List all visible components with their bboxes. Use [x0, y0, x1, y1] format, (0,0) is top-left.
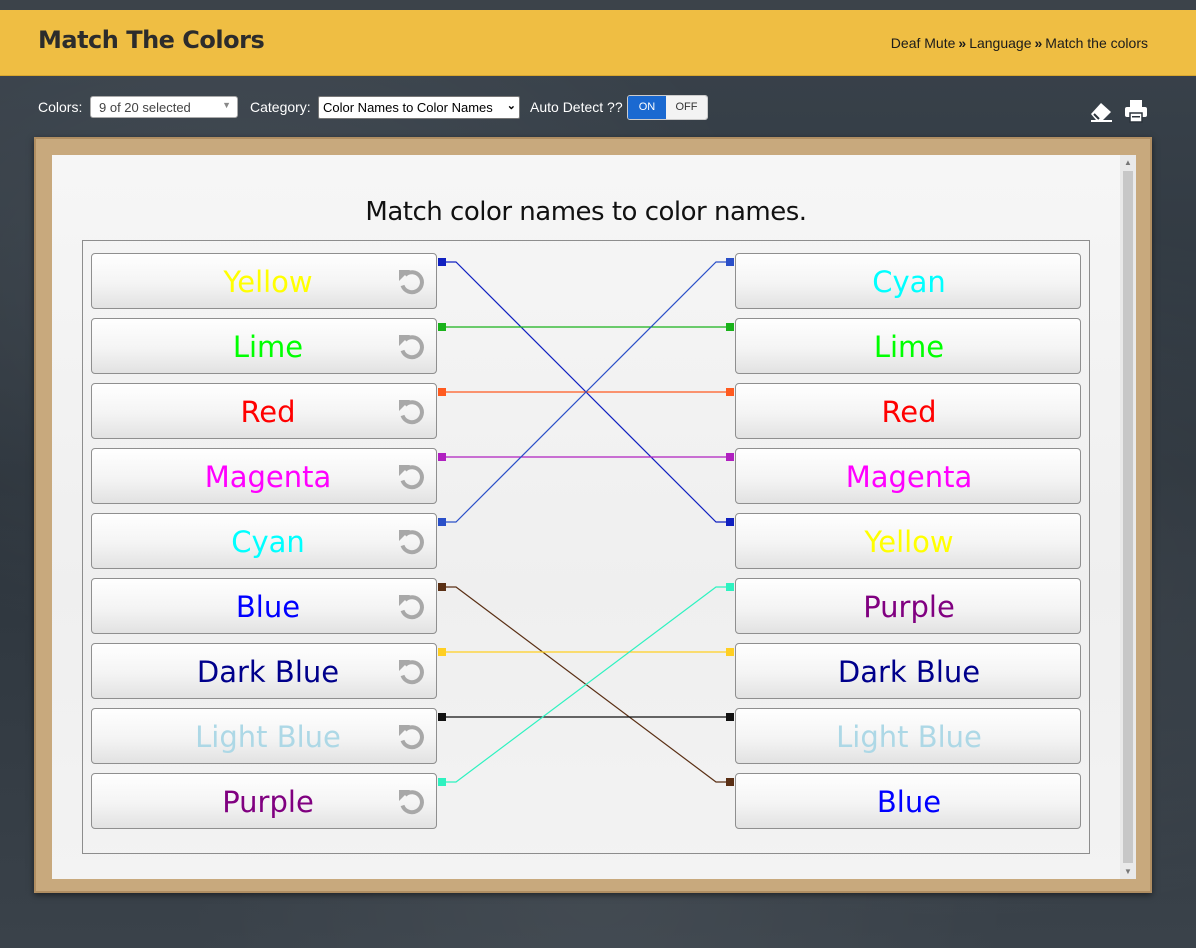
app-title: Match The Colors [38, 26, 265, 54]
left-tile-label: Dark Blue [196, 655, 340, 689]
undo-icon[interactable] [396, 656, 428, 688]
eraser-icon[interactable] [1088, 99, 1114, 123]
breadcrumb-deaf-mute[interactable]: Deaf Mute [891, 35, 956, 51]
undo-icon[interactable] [396, 786, 428, 818]
right-tile-label: Cyan [872, 265, 946, 299]
left-tile[interactable]: Light Blue [91, 708, 437, 764]
right-tile[interactable]: Light Blue [735, 708, 1081, 764]
right-tile-label: Yellow [864, 525, 954, 559]
right-tile[interactable]: Yellow [735, 513, 1081, 569]
toggle-off-button[interactable]: OFF [666, 96, 707, 119]
undo-icon[interactable] [396, 461, 428, 493]
left-tile[interactable]: Lime [91, 318, 437, 374]
right-tile-label: Red [881, 395, 937, 429]
right-tile-label: Blue [876, 785, 942, 819]
left-tile[interactable]: Red [91, 383, 437, 439]
undo-icon[interactable] [396, 396, 428, 428]
left-tile[interactable]: Cyan [91, 513, 437, 569]
header-bar: Match The Colors Deaf Mute» Language» Matc… [0, 10, 1196, 76]
undo-icon[interactable] [396, 721, 428, 753]
scrollbar-thumb[interactable] [1123, 171, 1133, 863]
printer-icon[interactable] [1124, 99, 1148, 123]
undo-icon[interactable] [396, 591, 428, 623]
undo-icon[interactable] [396, 526, 428, 558]
toggle-on-button[interactable]: ON [628, 96, 666, 119]
left-tile-label: Light Blue [195, 720, 341, 754]
left-tile-label: Cyan [231, 525, 305, 559]
right-tile-label: Magenta [845, 460, 973, 494]
worksheet-paper: Match color names to color names. Yellow… [52, 155, 1136, 879]
right-tile[interactable]: Purple [735, 578, 1081, 634]
left-tile-label: Lime [232, 330, 304, 364]
left-tile-label: Blue [235, 590, 301, 624]
top-strip [0, 0, 1196, 10]
scrollbar[interactable]: ▲ ▼ [1120, 155, 1136, 879]
left-tile[interactable]: Magenta [91, 448, 437, 504]
colors-label: Colors: [38, 99, 83, 115]
right-tile[interactable]: Lime [735, 318, 1081, 374]
right-tile-label: Lime [873, 330, 945, 364]
chevron-down-icon: ⌄ [506, 100, 516, 112]
left-tile[interactable]: Purple [91, 773, 437, 829]
worksheet-title: Match color names to color names. [365, 197, 807, 227]
breadcrumb-separator: » [1034, 35, 1043, 51]
category-select[interactable]: Color Names to Color Names ⌄ [318, 96, 520, 119]
auto-detect-label: Auto Detect ?? [530, 99, 623, 115]
right-tile[interactable]: Red [735, 383, 1081, 439]
right-tile-label: Dark Blue [837, 655, 981, 689]
left-tile-label: Magenta [204, 460, 332, 494]
right-tile[interactable]: Blue [735, 773, 1081, 829]
left-tile-label: Yellow [223, 265, 313, 299]
right-tile[interactable]: Cyan [735, 253, 1081, 309]
breadcrumb-language[interactable]: Language [969, 35, 1031, 51]
chevron-down-icon: ▼ [222, 100, 231, 110]
breadcrumb-match-the-colors[interactable]: Match the colors [1045, 35, 1148, 51]
right-tile[interactable]: Dark Blue [735, 643, 1081, 699]
left-tile-label: Red [240, 395, 296, 429]
left-tile[interactable]: Yellow [91, 253, 437, 309]
colors-select-value: 9 of 20 selected [99, 100, 191, 115]
right-tile-label: Purple [863, 590, 955, 624]
scroll-up-icon[interactable]: ▲ [1124, 158, 1132, 167]
undo-icon[interactable] [396, 331, 428, 363]
right-tile-label: Light Blue [836, 720, 982, 754]
breadcrumb-separator: » [958, 35, 967, 51]
left-tile[interactable]: Blue [91, 578, 437, 634]
breadcrumb: Deaf Mute» Language» Match the colors [891, 35, 1148, 51]
category-select-value: Color Names to Color Names [323, 100, 493, 115]
right-tile[interactable]: Magenta [735, 448, 1081, 504]
scroll-down-icon[interactable]: ▼ [1124, 867, 1132, 876]
undo-icon[interactable] [396, 266, 428, 298]
auto-detect-toggle[interactable]: ON OFF [627, 95, 708, 120]
toolbar [1088, 99, 1150, 125]
worksheet-frame: Match color names to color names. Yellow… [34, 137, 1152, 893]
category-label: Category: [250, 99, 311, 115]
colors-multiselect[interactable]: 9 of 20 selected ▼ [90, 96, 238, 118]
left-tile[interactable]: Dark Blue [91, 643, 437, 699]
left-tile-label: Purple [222, 785, 314, 819]
